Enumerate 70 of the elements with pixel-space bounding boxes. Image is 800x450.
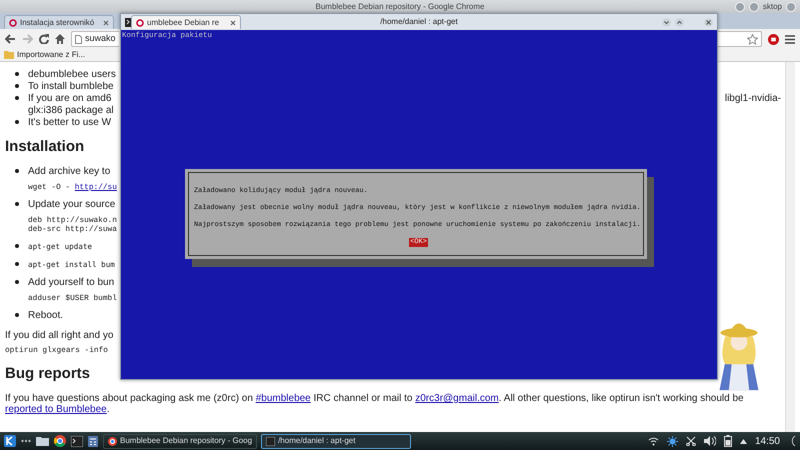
taskbar-button[interactable]: Bumblebee Debian repository - Goog xyxy=(103,434,258,448)
app-menu-icon[interactable] xyxy=(4,435,16,447)
menu-icon[interactable] xyxy=(785,34,795,44)
bookmark-link[interactable]: Importowane z Fi... xyxy=(17,49,86,61)
chrome-icon[interactable] xyxy=(54,435,66,447)
folder-icon xyxy=(4,51,14,59)
section-heading: Bug reports xyxy=(5,364,92,384)
address-bar[interactable]: suwako xyxy=(71,31,119,47)
link[interactable]: #bumblebee xyxy=(256,393,311,404)
dots-icon[interactable] xyxy=(21,439,31,443)
taskbar-button[interactable]: /home/daniel : apt-get xyxy=(261,434,412,448)
close-icon[interactable] xyxy=(103,20,109,26)
window-title: Bumblebee Debian repository - Google Chrome xyxy=(316,1,484,13)
chrome-icon xyxy=(108,436,117,446)
expand-arrow-icon[interactable] xyxy=(740,438,747,444)
reload-icon[interactable] xyxy=(39,34,49,44)
favicon-icon xyxy=(9,18,17,26)
clock: 14:50 xyxy=(754,434,780,448)
tab-label: umblebee Debian re xyxy=(147,16,220,28)
list-item-text: Add yourself to bun xyxy=(28,277,114,289)
list-item-text: Reboot. xyxy=(28,310,64,322)
terminal-icon[interactable] xyxy=(71,436,83,446)
volume-icon[interactable] xyxy=(704,436,716,446)
link[interactable]: reported to Bumblebee xyxy=(5,404,107,415)
bullet-dot xyxy=(14,313,18,318)
scissors-icon[interactable] xyxy=(686,436,696,446)
tab-label: Instalacja sterownikó xyxy=(20,16,94,28)
browser-tab[interactable]: umblebee Debian re xyxy=(131,15,241,29)
maximize-icon[interactable] xyxy=(675,18,684,26)
bullet-dot xyxy=(14,280,18,284)
list-item-text: libgl1-nvidia- xyxy=(724,93,781,106)
list-item-text: debumblebee users xyxy=(28,69,116,81)
paragraph-text: If you have questions about packaging ask me (z0rc) on #bumblebee IRC channel or mail to z0rc3r@gmail.com. All other questions, like optirun isn't working should be reported to Bumblebee. xyxy=(5,393,745,415)
star-icon xyxy=(747,34,758,44)
back-icon[interactable] xyxy=(5,34,16,44)
favicon-icon xyxy=(136,18,144,26)
list-item-text: Add archive key to xyxy=(28,166,110,178)
close-icon[interactable] xyxy=(704,18,713,26)
bullet-dot xyxy=(14,72,18,76)
wifi-icon[interactable] xyxy=(648,436,659,446)
folder-icon[interactable] xyxy=(36,436,49,446)
paragraph-text: If you did all right and yo xyxy=(5,330,114,341)
bullet-dot xyxy=(14,262,18,266)
section-heading: Installation xyxy=(5,137,86,157)
calculator-icon[interactable] xyxy=(88,436,98,446)
browser-tab[interactable]: Instalacja sterownikó xyxy=(4,15,114,29)
list-item-text: Update your source xyxy=(28,199,116,211)
minimize-icon[interactable] xyxy=(662,18,671,26)
battery-icon[interactable] xyxy=(724,435,732,447)
page-icon xyxy=(75,34,82,44)
terminal-icon xyxy=(266,436,276,446)
star-button[interactable] xyxy=(716,31,762,47)
bullet-dot xyxy=(14,202,18,206)
scrollbar[interactable] xyxy=(785,62,795,432)
bullet-dot xyxy=(14,244,18,248)
desktop-label: sktop xyxy=(762,1,782,13)
window-title: /home/daniel : apt-get xyxy=(380,16,458,28)
sun-icon[interactable] xyxy=(666,436,678,446)
link[interactable]: z0rc3r@gmail.com xyxy=(415,393,499,404)
list-item-text: If you are on amd6 xyxy=(28,93,112,105)
list-item-text: glx:i386 package al xyxy=(28,105,114,117)
bullet-dot xyxy=(14,96,18,100)
list-item-text: To install bumblebe xyxy=(28,81,114,93)
home-icon[interactable] xyxy=(55,34,65,44)
bullet-dot xyxy=(14,169,18,174)
bullet-dot xyxy=(14,84,18,88)
list-item-text: It's better to use W xyxy=(28,117,112,129)
close-icon[interactable] xyxy=(230,20,236,26)
stop-sign-icon[interactable] xyxy=(768,34,779,44)
bullet-dot xyxy=(14,120,18,124)
